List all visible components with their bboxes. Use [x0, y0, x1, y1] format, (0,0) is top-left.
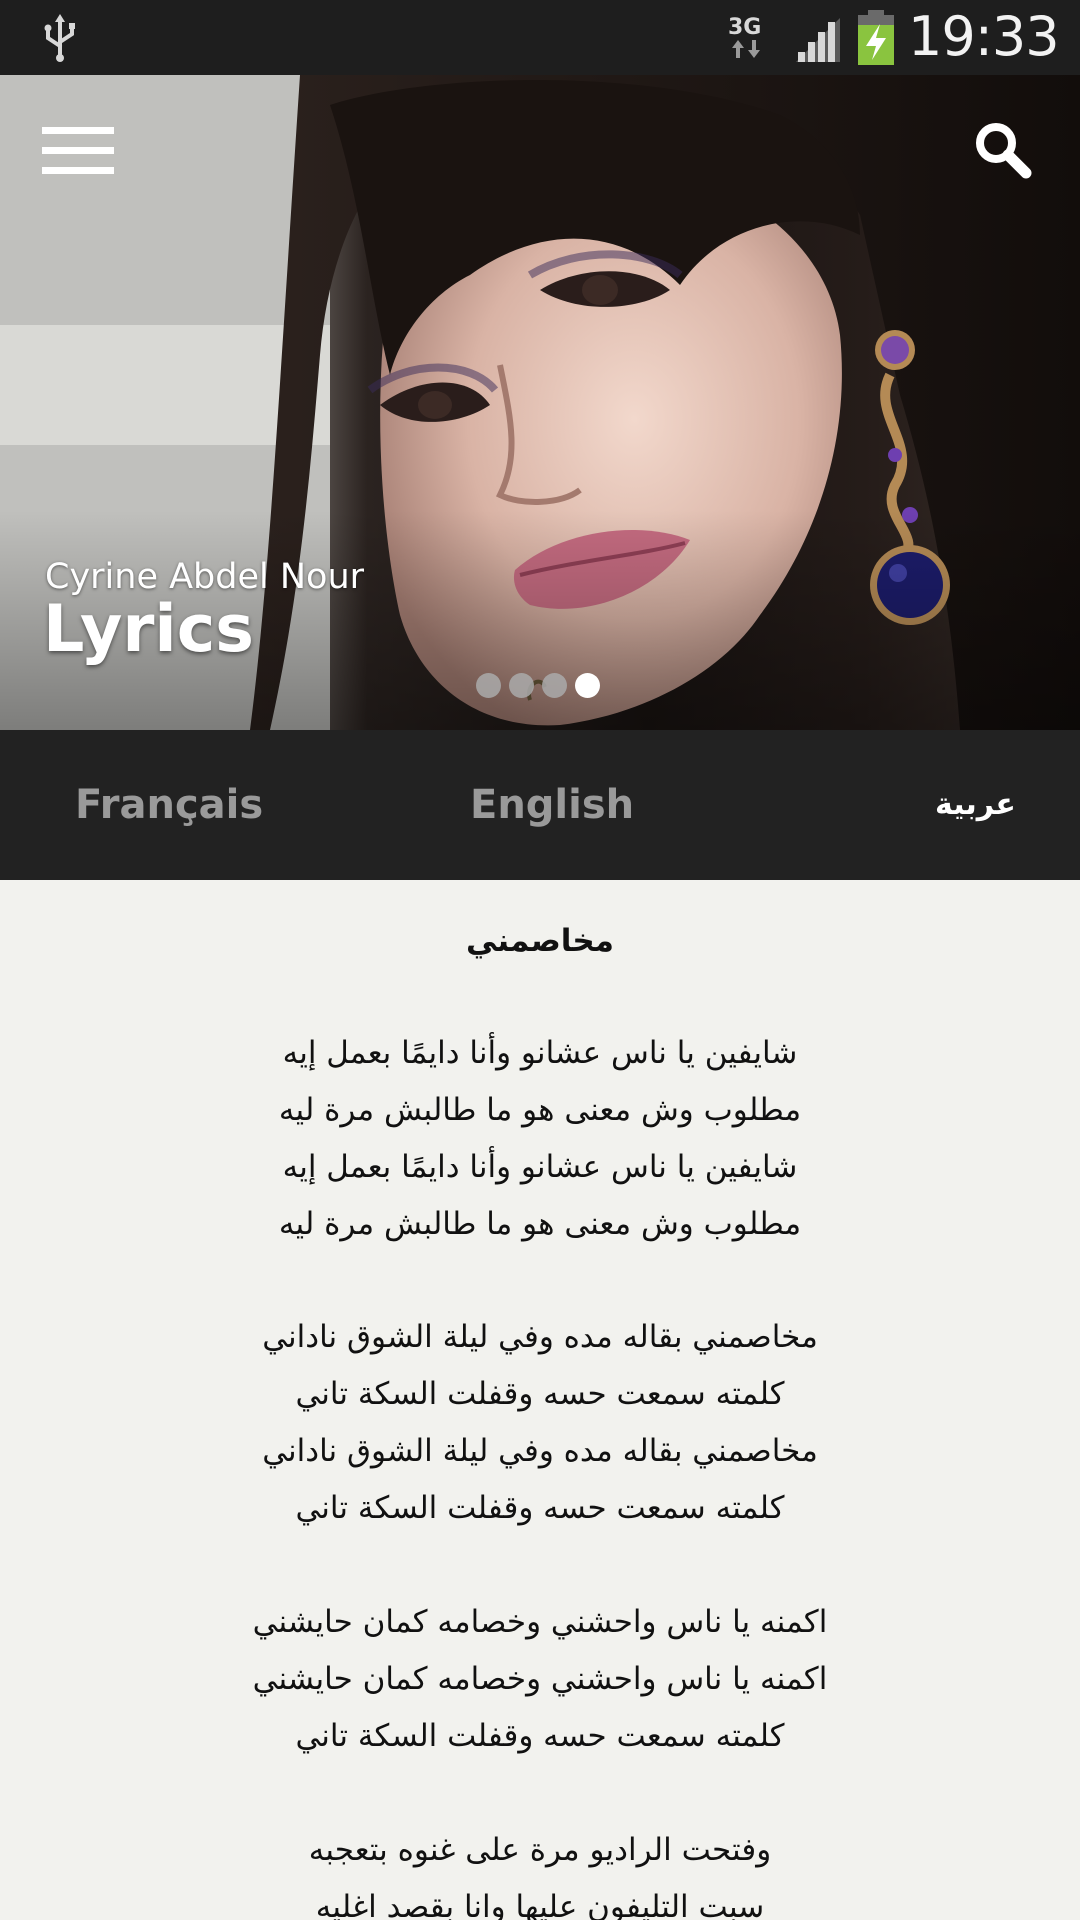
search-icon[interactable]: [972, 119, 1032, 179]
lyric-line: مخاصمني بقاله مده وفي ليلة الشوق ناداني: [262, 1433, 818, 1469]
hero-banner[interactable]: Cyrine Abdel Nour Lyrics: [0, 75, 1080, 730]
tab-french[interactable]: Français: [75, 730, 263, 880]
tab-english[interactable]: English: [470, 730, 634, 880]
tab-arabic[interactable]: عربية: [935, 730, 1016, 880]
song-title: مخاصمني: [466, 923, 614, 959]
status-time: 19:33: [908, 5, 1060, 68]
network-3g-icon: 3G: [726, 10, 770, 66]
lyric-line: كلمته سمعت حسه وقفلت السكة تاني: [295, 1718, 785, 1754]
signal-icon: [796, 18, 840, 62]
lyric-line: اكمنه يا ناس واحشني وخصامه كمان حايشني: [252, 1661, 828, 1697]
lyric-line: شايفين يا ناس عشانو وأنا دايمًا بعمل إيه: [282, 1149, 798, 1185]
lyric-line: سبت التليفون عليها وانا بقصد اغليه: [315, 1889, 765, 1920]
pager-dot-2[interactable]: [509, 673, 534, 698]
language-tabs: Français English عربية: [0, 730, 1080, 880]
lyric-line: مطلوب وش معنى هو ما طالبش مرة ليه: [278, 1092, 802, 1128]
lyric-line: كلمته سمعت حسه وقفلت السكة تاني: [295, 1376, 785, 1412]
pager-dot-1[interactable]: [476, 673, 501, 698]
page-title: Lyrics: [43, 592, 254, 667]
lyrics-panel[interactable]: مخاصمني شايفين يا ناس عشانو وأنا دايمًا …: [0, 880, 1080, 1920]
lyric-line: كلمته سمعت حسه وقفلت السكة تاني: [295, 1490, 785, 1526]
menu-icon[interactable]: [40, 125, 116, 177]
network-label: 3G: [728, 15, 761, 40]
lyric-line: مخاصمني بقاله مده وفي ليلة الشوق ناداني: [262, 1319, 818, 1355]
lyric-line: مطلوب وش معنى هو ما طالبش مرة ليه: [278, 1206, 802, 1242]
pager-dot-3[interactable]: [542, 673, 567, 698]
usb-icon: [44, 14, 75, 62]
lyric-line: اكمنه يا ناس واحشني وخصامه كمان حايشني: [252, 1604, 828, 1640]
carousel-pager[interactable]: [476, 673, 600, 699]
status-bar: 3G 19:33: [0, 0, 1080, 75]
lyric-line: شايفين يا ناس عشانو وأنا دايمًا بعمل إيه: [282, 1035, 798, 1071]
battery-charging-icon: [858, 10, 894, 65]
lyric-line: وفتحت الراديو مرة على غنوه بتعجبه: [308, 1832, 772, 1868]
pager-dot-4-active[interactable]: [575, 673, 600, 698]
